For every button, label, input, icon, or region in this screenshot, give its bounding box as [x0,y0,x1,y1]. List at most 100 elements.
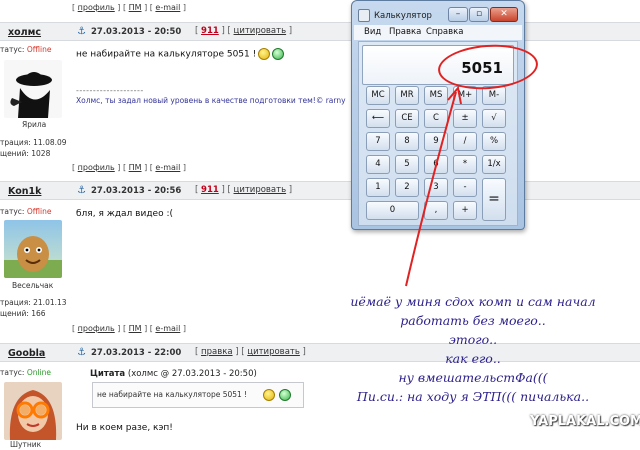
key-6[interactable]: 6 [424,155,448,174]
thinking-smiley-icon [263,389,275,401]
key-3[interactable]: 3 [424,178,448,197]
menu-view[interactable]: Вид [364,27,381,37]
post-text: Ни в коем разе, кэп! [76,423,173,433]
profile-link[interactable]: профиль [78,3,115,12]
key-plus-minus[interactable]: ± [453,109,477,128]
key-backspace[interactable]: ⟵ [366,109,390,128]
key-sqrt[interactable]: √ [482,109,506,128]
anchor-icon[interactable]: ⚓ [77,347,86,358]
signature-divider: -------------------- [76,86,144,95]
key-7[interactable]: 7 [366,132,390,151]
pm-link[interactable]: ПМ [129,324,142,333]
email-link[interactable]: e-mail [155,3,180,12]
anchor-icon[interactable]: ⚓ [77,185,86,196]
key-subtract[interactable]: - [453,178,477,197]
key-ce[interactable]: CE [395,109,419,128]
signature: Холмс, ты задал новый уровень в качестве… [76,96,346,105]
email-link[interactable]: e-mail [155,324,180,333]
pm-link[interactable]: ПМ [129,163,142,172]
post-number-link[interactable]: 911 [201,26,219,36]
reg-date: 11.08.09 [33,138,67,147]
post-header: холмс ⚓ 27.03.2013 - 20:50 [ 911 ] [ цит… [0,22,640,41]
calculator-window[interactable]: Калькулятор – ▫ ✕ Вид Правка Справка 505… [351,0,525,230]
key-4[interactable]: 4 [366,155,390,174]
quote-block: не набирайте на калькуляторе 5051 ! [92,382,304,408]
calculator-app-icon [358,9,370,22]
menu-bar: Вид Правка Справка [354,25,522,40]
caption-line: ну вмешательстФа((( [398,370,548,385]
post-date: 27.03.2013 - 20:50 [91,27,182,37]
pm-link[interactable]: ПМ [129,3,142,12]
menu-help[interactable]: Справка [426,27,463,37]
maximize-button[interactable]: ▫ [469,7,489,22]
key-equals[interactable]: = [482,178,506,221]
avatar [4,220,62,278]
post-actions: [ профиль ] [ ПМ ] [ e-mail ] [72,3,187,12]
site-watermark: YAPLAKAL.COM [530,414,640,429]
key-multiply[interactable]: * [453,155,477,174]
quote-link[interactable]: цитировать [234,185,287,195]
menu-edit[interactable]: Правка [389,27,421,37]
key-1[interactable]: 1 [366,178,390,197]
key-add[interactable]: + [453,201,477,220]
status-value: Offline [26,207,52,216]
key-reciprocal[interactable]: 1/x [482,155,506,174]
user-registration: трация: 21.01.13 щений: 166 [0,297,72,319]
green-smiley-icon [279,389,291,401]
post-text: не набирайте на калькуляторе 5051 ! [76,49,257,60]
minimize-button[interactable]: – [448,7,468,22]
status-label: татус: [0,207,25,216]
anchor-icon[interactable]: ⚓ [77,26,86,37]
email-link[interactable]: e-mail [155,163,180,172]
key-5[interactable]: 5 [395,155,419,174]
key-mr[interactable]: MR [395,86,419,105]
key-9[interactable]: 9 [424,132,448,151]
key-mc[interactable]: MC [366,86,390,105]
caption-line: иёмаё у миня сдох комп и сам начал [350,294,596,309]
status-label: татус: [0,45,25,54]
key-8[interactable]: 8 [395,132,419,151]
messages-label: щений: [0,149,29,158]
key-ms[interactable]: MS [424,86,448,105]
edit-link[interactable]: правка [201,347,233,357]
username[interactable]: Goobla [8,348,45,359]
key-divide[interactable]: / [453,132,477,151]
status-value: Offline [26,45,52,54]
profile-link[interactable]: профиль [78,324,115,333]
profile-link[interactable]: профиль [78,163,115,172]
avatar [4,60,62,118]
caption-line: работать без моего.. [400,313,546,328]
caption-line: этого.. [448,332,498,347]
key-decimal[interactable]: , [424,201,448,220]
reg-date: 21.01.13 [33,298,67,307]
close-button[interactable]: ✕ [490,7,518,22]
key-percent[interactable]: % [482,132,506,151]
messages-count: 166 [31,309,46,318]
quote-link[interactable]: цитировать [247,347,300,357]
username[interactable]: Kon1k [8,186,41,197]
user-status: татус: Offline [0,44,72,55]
post-body: не набирайте на калькуляторе 5051 ! [76,48,285,60]
key-2[interactable]: 2 [395,178,419,197]
avatar [4,382,62,440]
messages-label: щений: [0,309,29,318]
green-smiley-icon [272,48,285,60]
username[interactable]: холмс [8,27,41,38]
key-0[interactable]: 0 [366,201,419,220]
annotation-caption: иёмаё у миня сдох комп и сам начал работ… [312,292,634,406]
quote-header: Цитата (холмс @ 27.03.2013 - 20:50) [90,369,257,379]
key-c[interactable]: C [424,109,448,128]
post-number: [ 911 ] [ цитировать ] [195,185,293,195]
messages-count: 1028 [31,149,51,158]
thinking-smiley-icon [258,48,271,60]
quote-source: (холмс @ 27.03.2013 - 20:50) [127,369,257,379]
quote-text: не набирайте на калькуляторе 5051 ! [97,390,248,399]
user-status: татус: Offline [0,206,72,217]
post-number-link[interactable]: 911 [201,185,219,195]
status-value: Online [26,368,52,377]
quote-title: Цитата [90,369,126,379]
user-registration: трация: 11.08.09 щений: 1028 [0,137,72,159]
quote-link[interactable]: цитировать [234,26,287,36]
reg-label: трация: [0,298,31,307]
caption-line: Пи.си.: на ходу я ЭТП((( пичалька.. [356,389,590,404]
